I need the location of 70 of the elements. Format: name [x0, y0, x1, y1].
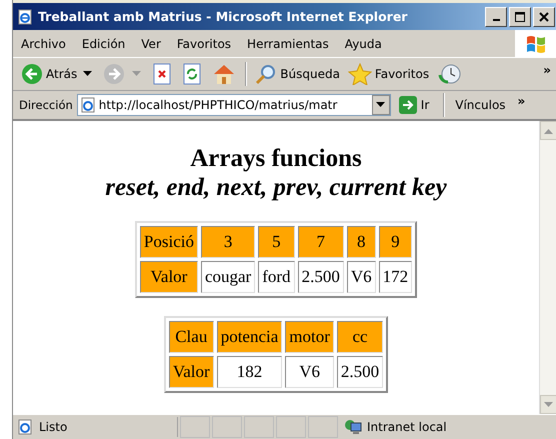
table-cell: cc — [336, 321, 384, 353]
status-pane — [308, 416, 338, 438]
page-icon — [17, 419, 33, 435]
table-cell: ford — [258, 261, 295, 293]
network-icon — [344, 419, 362, 435]
more-chevron[interactable]: » — [539, 63, 556, 85]
menu-item[interactable]: Ayuda — [344, 36, 382, 50]
table-cell: cougar — [200, 261, 256, 293]
menu-item[interactable]: Archivo — [21, 36, 66, 50]
forward-icon[interactable] — [103, 63, 126, 85]
down-arrow-icon — [544, 402, 553, 408]
history-icon[interactable] — [438, 63, 462, 85]
close-icon — [538, 10, 550, 22]
status-pane — [276, 416, 306, 438]
maximize-icon — [514, 10, 526, 22]
dropdown-button[interactable] — [372, 95, 390, 115]
star-icon — [348, 63, 372, 85]
browser-icon — [17, 8, 33, 24]
table-cell: 182 — [216, 356, 282, 388]
table-cell: V6 — [346, 261, 376, 293]
table-cell: 5 — [258, 226, 295, 258]
caret-icon — [376, 102, 386, 108]
status-text: Listo — [39, 420, 68, 434]
table-cell: 8 — [346, 226, 376, 258]
status-pane — [212, 416, 242, 438]
table-cell: 9 — [378, 226, 412, 258]
close-button[interactable] — [533, 6, 555, 26]
table-cell: 3 — [200, 226, 256, 258]
table-cell: Posició — [140, 226, 198, 258]
table-cell: potencia — [216, 321, 282, 353]
menu-item[interactable]: Herramientas — [247, 36, 329, 50]
page-subtitle: reset, end, next, prev, current key — [105, 173, 447, 203]
scrollbar[interactable] — [539, 121, 556, 414]
table-cell: V6 — [285, 356, 334, 388]
status-pane — [244, 416, 274, 438]
maximize-button[interactable] — [509, 6, 531, 26]
table-cell: 2.500 — [336, 356, 384, 388]
page-icon — [80, 97, 96, 113]
home-icon[interactable] — [212, 63, 236, 85]
status-pane — [180, 416, 210, 438]
favorites-button[interactable]: Favoritos — [346, 63, 432, 85]
scroll-up-button[interactable] — [540, 121, 556, 140]
table-cell: 2.500 — [298, 261, 344, 293]
scroll-down-button[interactable] — [540, 395, 556, 414]
go-button[interactable]: Ir — [394, 96, 438, 114]
table-cell: Valor — [140, 261, 198, 293]
window-title: Treballant amb Matrius - Microsoft Internet Explorer — [38, 9, 408, 24]
stop-icon[interactable] — [152, 63, 172, 85]
refresh-icon[interactable] — [182, 63, 202, 85]
menu-item[interactable]: Favoritos — [176, 36, 232, 50]
table-cell: Valor — [168, 356, 214, 388]
search-button[interactable]: Búsqueda — [253, 63, 342, 85]
menu-item[interactable]: Edición — [82, 36, 126, 50]
back-button[interactable]: Atrás — [19, 63, 80, 85]
up-arrow-icon — [544, 128, 553, 134]
table-cell: 172 — [378, 261, 412, 293]
menu-item[interactable]: Ver — [141, 36, 161, 50]
table-cell: 7 — [298, 226, 344, 258]
table-cell: motor — [285, 321, 334, 353]
address-field[interactable]: http://localhost/PHPTHICO/matrius/matr — [76, 94, 391, 116]
page-title: Arrays funcions — [190, 145, 362, 173]
table-cell: Clau — [168, 321, 214, 353]
address-label: Dirección — [19, 98, 73, 112]
more-chevron[interactable]: » — [514, 94, 532, 116]
search-icon — [255, 63, 278, 85]
caret-icon[interactable] — [83, 71, 92, 77]
minimize-button[interactable] — [485, 6, 507, 26]
links-button[interactable]: Vínculos — [451, 98, 510, 112]
minimize-icon — [492, 19, 500, 21]
zone-text: Intranet local — [367, 420, 447, 434]
